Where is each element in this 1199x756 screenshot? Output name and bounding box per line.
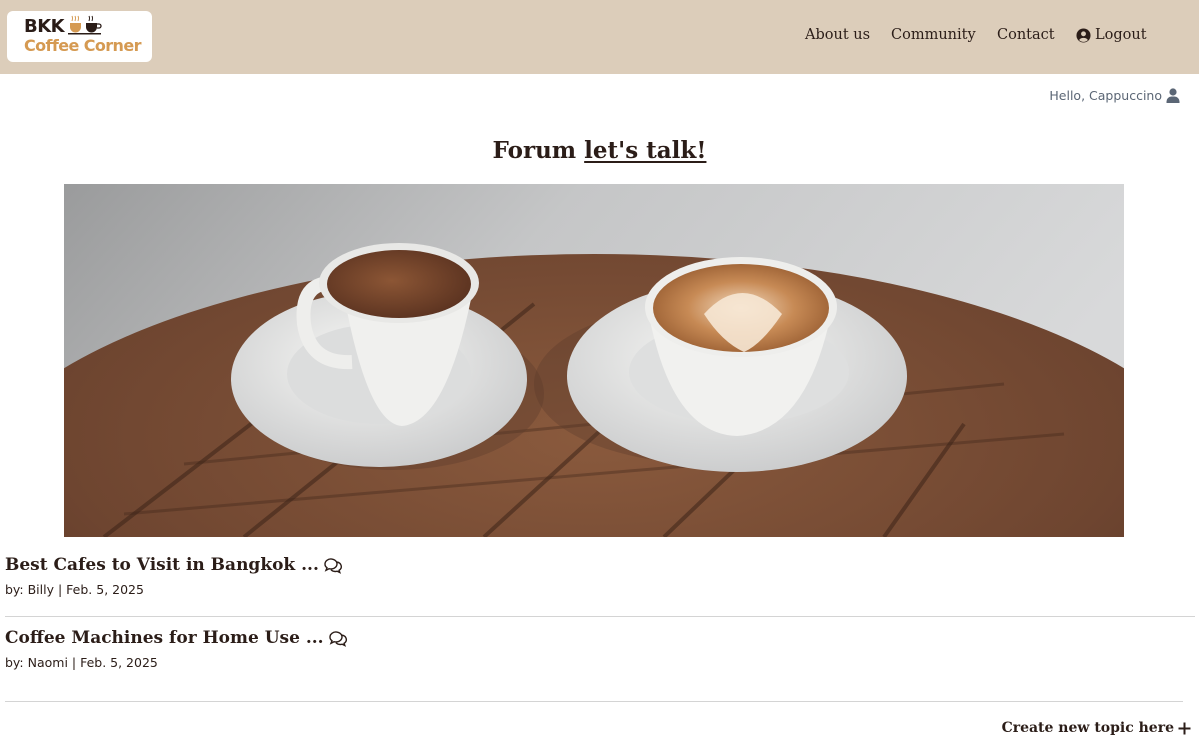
user-icon [1166, 88, 1180, 103]
user-circle-icon [1076, 27, 1091, 43]
page-title-bold: Forum [492, 137, 577, 164]
page-title: Forum let's talk! [0, 137, 1199, 164]
comments-icon [328, 630, 347, 647]
topic-meta: by: Billy | Feb. 5, 2025 [5, 582, 144, 597]
create-topic-label: Create new topic here [1001, 720, 1174, 736]
create-topic-link[interactable]: Create new topic here [1002, 720, 1191, 736]
topic-title: Best Cafes to Visit in Bangkok ... [5, 555, 319, 575]
nav-contact-link[interactable]: Contact [997, 27, 1055, 43]
hero-image [64, 184, 1124, 537]
lets-talk-link[interactable]: let's talk! [584, 137, 706, 164]
coffee-cups-photo [64, 184, 1124, 537]
logo-text-bottom: Coffee Corner [24, 36, 141, 55]
user-greeting: Hello, Cappuccino [1049, 88, 1180, 103]
topic-title-link[interactable]: Best Cafes to Visit in Bangkok ... [5, 555, 1195, 575]
nav-community-link[interactable]: Community [891, 27, 976, 43]
logout-label: Logout [1095, 27, 1147, 43]
nav-about-us-link[interactable]: About us [805, 27, 870, 43]
topic-title-link[interactable]: Coffee Machines for Home Use ... [5, 628, 1183, 648]
greeting-text: Hello, Cappuccino [1049, 88, 1162, 103]
logout-link[interactable]: Logout [1076, 27, 1147, 43]
navbar: BKK Coffee Corner About us Community Con… [0, 0, 1199, 74]
logo-text-top: BKK [24, 16, 65, 37]
topic-title: Coffee Machines for Home Use ... [5, 628, 324, 648]
comments-icon [324, 557, 342, 574]
plus-icon [1178, 722, 1191, 734]
coffee-cups-icon [68, 15, 102, 35]
topic-list-item: Best Cafes to Visit in Bangkok ... by: B… [5, 555, 1195, 617]
topic-list-item: Coffee Machines for Home Use ... by: Nao… [5, 628, 1183, 702]
brand-logo[interactable]: BKK Coffee Corner [7, 11, 152, 62]
topic-meta: by: Naomi | Feb. 5, 2025 [5, 655, 158, 670]
